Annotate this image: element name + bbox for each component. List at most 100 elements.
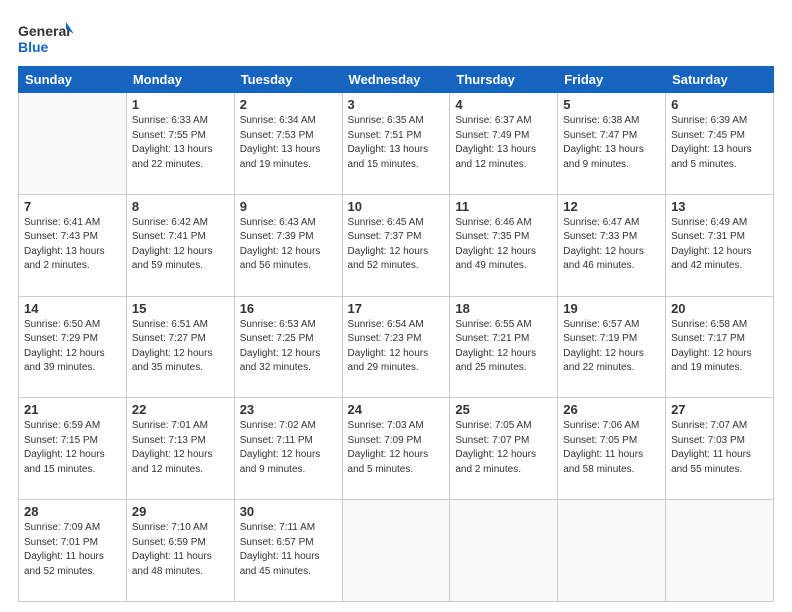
calendar-cell: 28 Sunrise: 7:09 AM Sunset: 7:01 PM Dayli… xyxy=(19,500,127,602)
calendar-cell: 29Sunrise: 7:10 AM Sunset: 6:59 PM Dayli… xyxy=(126,500,234,602)
calendar-cell: 9 Sunrise: 6:43 AM Sunset: 7:39 PM Daylig… xyxy=(234,194,342,296)
day-number: 11 xyxy=(455,199,552,214)
calendar-cell xyxy=(19,93,127,195)
day-info: Sunrise: 7:09 AM Sunset: 7:01 PM Dayligh… xyxy=(24,521,121,579)
day-number: 9 xyxy=(240,199,337,214)
day-number: 7 xyxy=(24,199,121,214)
calendar-cell: 17Sunrise: 6:54 AM Sunset: 7:23 PM Dayli… xyxy=(342,296,450,398)
day-info: Sunrise: 7:10 AM Sunset: 6:59 PM Dayligh… xyxy=(132,521,229,579)
day-number: 16 xyxy=(240,301,337,316)
week-row-5: 28 Sunrise: 7:09 AM Sunset: 7:01 PM Dayli… xyxy=(19,500,774,602)
day-number: 8 xyxy=(132,199,229,214)
logo: General Blue xyxy=(18,18,73,58)
day-info: Sunrise: 6:46 AM Sunset: 7:35 PM Dayligh… xyxy=(455,216,552,274)
calendar-cell: 20 Sunrise: 6:58 AM Sunset: 7:17 PM Dayli… xyxy=(666,296,774,398)
day-number: 25 xyxy=(455,402,552,417)
day-number: 2 xyxy=(240,97,337,112)
day-number: 19 xyxy=(563,301,660,316)
day-number: 17 xyxy=(348,301,445,316)
day-info: Sunrise: 7:07 AM Sunset: 7:03 PM Dayligh… xyxy=(671,419,768,477)
calendar-cell: 30 Sunrise: 7:11 AM Sunset: 6:57 PM Dayli… xyxy=(234,500,342,602)
calendar-cell xyxy=(558,500,666,602)
day-info: Sunrise: 6:49 AM Sunset: 7:31 PM Dayligh… xyxy=(671,216,768,274)
calendar-cell: 7 Sunrise: 6:41 AM Sunset: 7:43 PM Daylig… xyxy=(19,194,127,296)
calendar-cell: 8 Sunrise: 6:42 AM Sunset: 7:41 PM Daylig… xyxy=(126,194,234,296)
day-info: Sunrise: 6:55 AM Sunset: 7:21 PM Dayligh… xyxy=(455,318,552,376)
day-number: 22 xyxy=(132,402,229,417)
day-info: Sunrise: 7:02 AM Sunset: 7:11 PM Dayligh… xyxy=(240,419,337,477)
day-info: Sunrise: 6:35 AM Sunset: 7:51 PM Dayligh… xyxy=(348,114,445,172)
calendar-cell: 22Sunrise: 7:01 AM Sunset: 7:13 PM Dayli… xyxy=(126,398,234,500)
calendar-cell: 23 Sunrise: 7:02 AM Sunset: 7:11 PM Dayli… xyxy=(234,398,342,500)
day-number: 3 xyxy=(348,97,445,112)
calendar-cell: 1Sunrise: 6:33 AM Sunset: 7:55 PM Daylig… xyxy=(126,93,234,195)
calendar-cell: 4 Sunrise: 6:37 AM Sunset: 7:49 PM Daylig… xyxy=(450,93,558,195)
col-header-wednesday: Wednesday xyxy=(342,67,450,93)
day-number: 5 xyxy=(563,97,660,112)
day-number: 20 xyxy=(671,301,768,316)
calendar-cell: 3 Sunrise: 6:35 AM Sunset: 7:51 PM Daylig… xyxy=(342,93,450,195)
week-row-3: 14 Sunrise: 6:50 AM Sunset: 7:29 PM Dayli… xyxy=(19,296,774,398)
day-number: 12 xyxy=(563,199,660,214)
week-row-4: 21 Sunrise: 6:59 AM Sunset: 7:15 PM Dayli… xyxy=(19,398,774,500)
calendar-cell: 15Sunrise: 6:51 AM Sunset: 7:27 PM Dayli… xyxy=(126,296,234,398)
day-info: Sunrise: 7:11 AM Sunset: 6:57 PM Dayligh… xyxy=(240,521,337,579)
day-number: 6 xyxy=(671,97,768,112)
day-number: 28 xyxy=(24,504,121,519)
svg-text:General: General xyxy=(18,23,70,39)
day-info: Sunrise: 6:57 AM Sunset: 7:19 PM Dayligh… xyxy=(563,318,660,376)
day-info: Sunrise: 7:06 AM Sunset: 7:05 PM Dayligh… xyxy=(563,419,660,477)
day-info: Sunrise: 6:37 AM Sunset: 7:49 PM Dayligh… xyxy=(455,114,552,172)
logo-svg: General Blue xyxy=(18,18,73,58)
col-header-saturday: Saturday xyxy=(666,67,774,93)
day-number: 4 xyxy=(455,97,552,112)
col-header-friday: Friday xyxy=(558,67,666,93)
day-info: Sunrise: 7:05 AM Sunset: 7:07 PM Dayligh… xyxy=(455,419,552,477)
page: General Blue SundayMondayTuesdayWednesda… xyxy=(0,0,792,612)
col-header-thursday: Thursday xyxy=(450,67,558,93)
day-info: Sunrise: 6:53 AM Sunset: 7:25 PM Dayligh… xyxy=(240,318,337,376)
calendar-body: 1Sunrise: 6:33 AM Sunset: 7:55 PM Daylig… xyxy=(19,93,774,602)
day-number: 26 xyxy=(563,402,660,417)
week-row-1: 1Sunrise: 6:33 AM Sunset: 7:55 PM Daylig… xyxy=(19,93,774,195)
calendar-cell: 2 Sunrise: 6:34 AM Sunset: 7:53 PM Daylig… xyxy=(234,93,342,195)
calendar-cell: 6 Sunrise: 6:39 AM Sunset: 7:45 PM Daylig… xyxy=(666,93,774,195)
day-info: Sunrise: 6:42 AM Sunset: 7:41 PM Dayligh… xyxy=(132,216,229,274)
day-info: Sunrise: 6:58 AM Sunset: 7:17 PM Dayligh… xyxy=(671,318,768,376)
calendar-table: SundayMondayTuesdayWednesdayThursdayFrid… xyxy=(18,66,774,602)
day-info: Sunrise: 6:51 AM Sunset: 7:27 PM Dayligh… xyxy=(132,318,229,376)
day-number: 10 xyxy=(348,199,445,214)
calendar-cell: 14 Sunrise: 6:50 AM Sunset: 7:29 PM Dayli… xyxy=(19,296,127,398)
calendar-cell: 18 Sunrise: 6:55 AM Sunset: 7:21 PM Dayli… xyxy=(450,296,558,398)
day-number: 23 xyxy=(240,402,337,417)
calendar-cell: 13Sunrise: 6:49 AM Sunset: 7:31 PM Dayli… xyxy=(666,194,774,296)
day-info: Sunrise: 6:59 AM Sunset: 7:15 PM Dayligh… xyxy=(24,419,121,477)
calendar-cell xyxy=(342,500,450,602)
col-header-monday: Monday xyxy=(126,67,234,93)
calendar-cell: 21 Sunrise: 6:59 AM Sunset: 7:15 PM Dayli… xyxy=(19,398,127,500)
calendar-cell xyxy=(450,500,558,602)
day-number: 18 xyxy=(455,301,552,316)
day-number: 24 xyxy=(348,402,445,417)
calendar-cell: 26 Sunrise: 7:06 AM Sunset: 7:05 PM Dayli… xyxy=(558,398,666,500)
column-headers: SundayMondayTuesdayWednesdayThursdayFrid… xyxy=(19,67,774,93)
day-info: Sunrise: 6:50 AM Sunset: 7:29 PM Dayligh… xyxy=(24,318,121,376)
col-header-tuesday: Tuesday xyxy=(234,67,342,93)
calendar-cell: 10Sunrise: 6:45 AM Sunset: 7:37 PM Dayli… xyxy=(342,194,450,296)
week-row-2: 7 Sunrise: 6:41 AM Sunset: 7:43 PM Daylig… xyxy=(19,194,774,296)
day-number: 14 xyxy=(24,301,121,316)
day-info: Sunrise: 6:41 AM Sunset: 7:43 PM Dayligh… xyxy=(24,216,121,274)
day-info: Sunrise: 6:39 AM Sunset: 7:45 PM Dayligh… xyxy=(671,114,768,172)
calendar-cell: 16 Sunrise: 6:53 AM Sunset: 7:25 PM Dayli… xyxy=(234,296,342,398)
day-info: Sunrise: 6:34 AM Sunset: 7:53 PM Dayligh… xyxy=(240,114,337,172)
calendar-cell: 5Sunrise: 6:38 AM Sunset: 7:47 PM Daylig… xyxy=(558,93,666,195)
calendar-cell: 12 Sunrise: 6:47 AM Sunset: 7:33 PM Dayli… xyxy=(558,194,666,296)
calendar-cell: 27 Sunrise: 7:07 AM Sunset: 7:03 PM Dayli… xyxy=(666,398,774,500)
day-number: 30 xyxy=(240,504,337,519)
svg-text:Blue: Blue xyxy=(18,39,49,55)
day-info: Sunrise: 6:43 AM Sunset: 7:39 PM Dayligh… xyxy=(240,216,337,274)
day-number: 27 xyxy=(671,402,768,417)
day-info: Sunrise: 6:47 AM Sunset: 7:33 PM Dayligh… xyxy=(563,216,660,274)
calendar-cell: 11 Sunrise: 6:46 AM Sunset: 7:35 PM Dayli… xyxy=(450,194,558,296)
day-number: 21 xyxy=(24,402,121,417)
